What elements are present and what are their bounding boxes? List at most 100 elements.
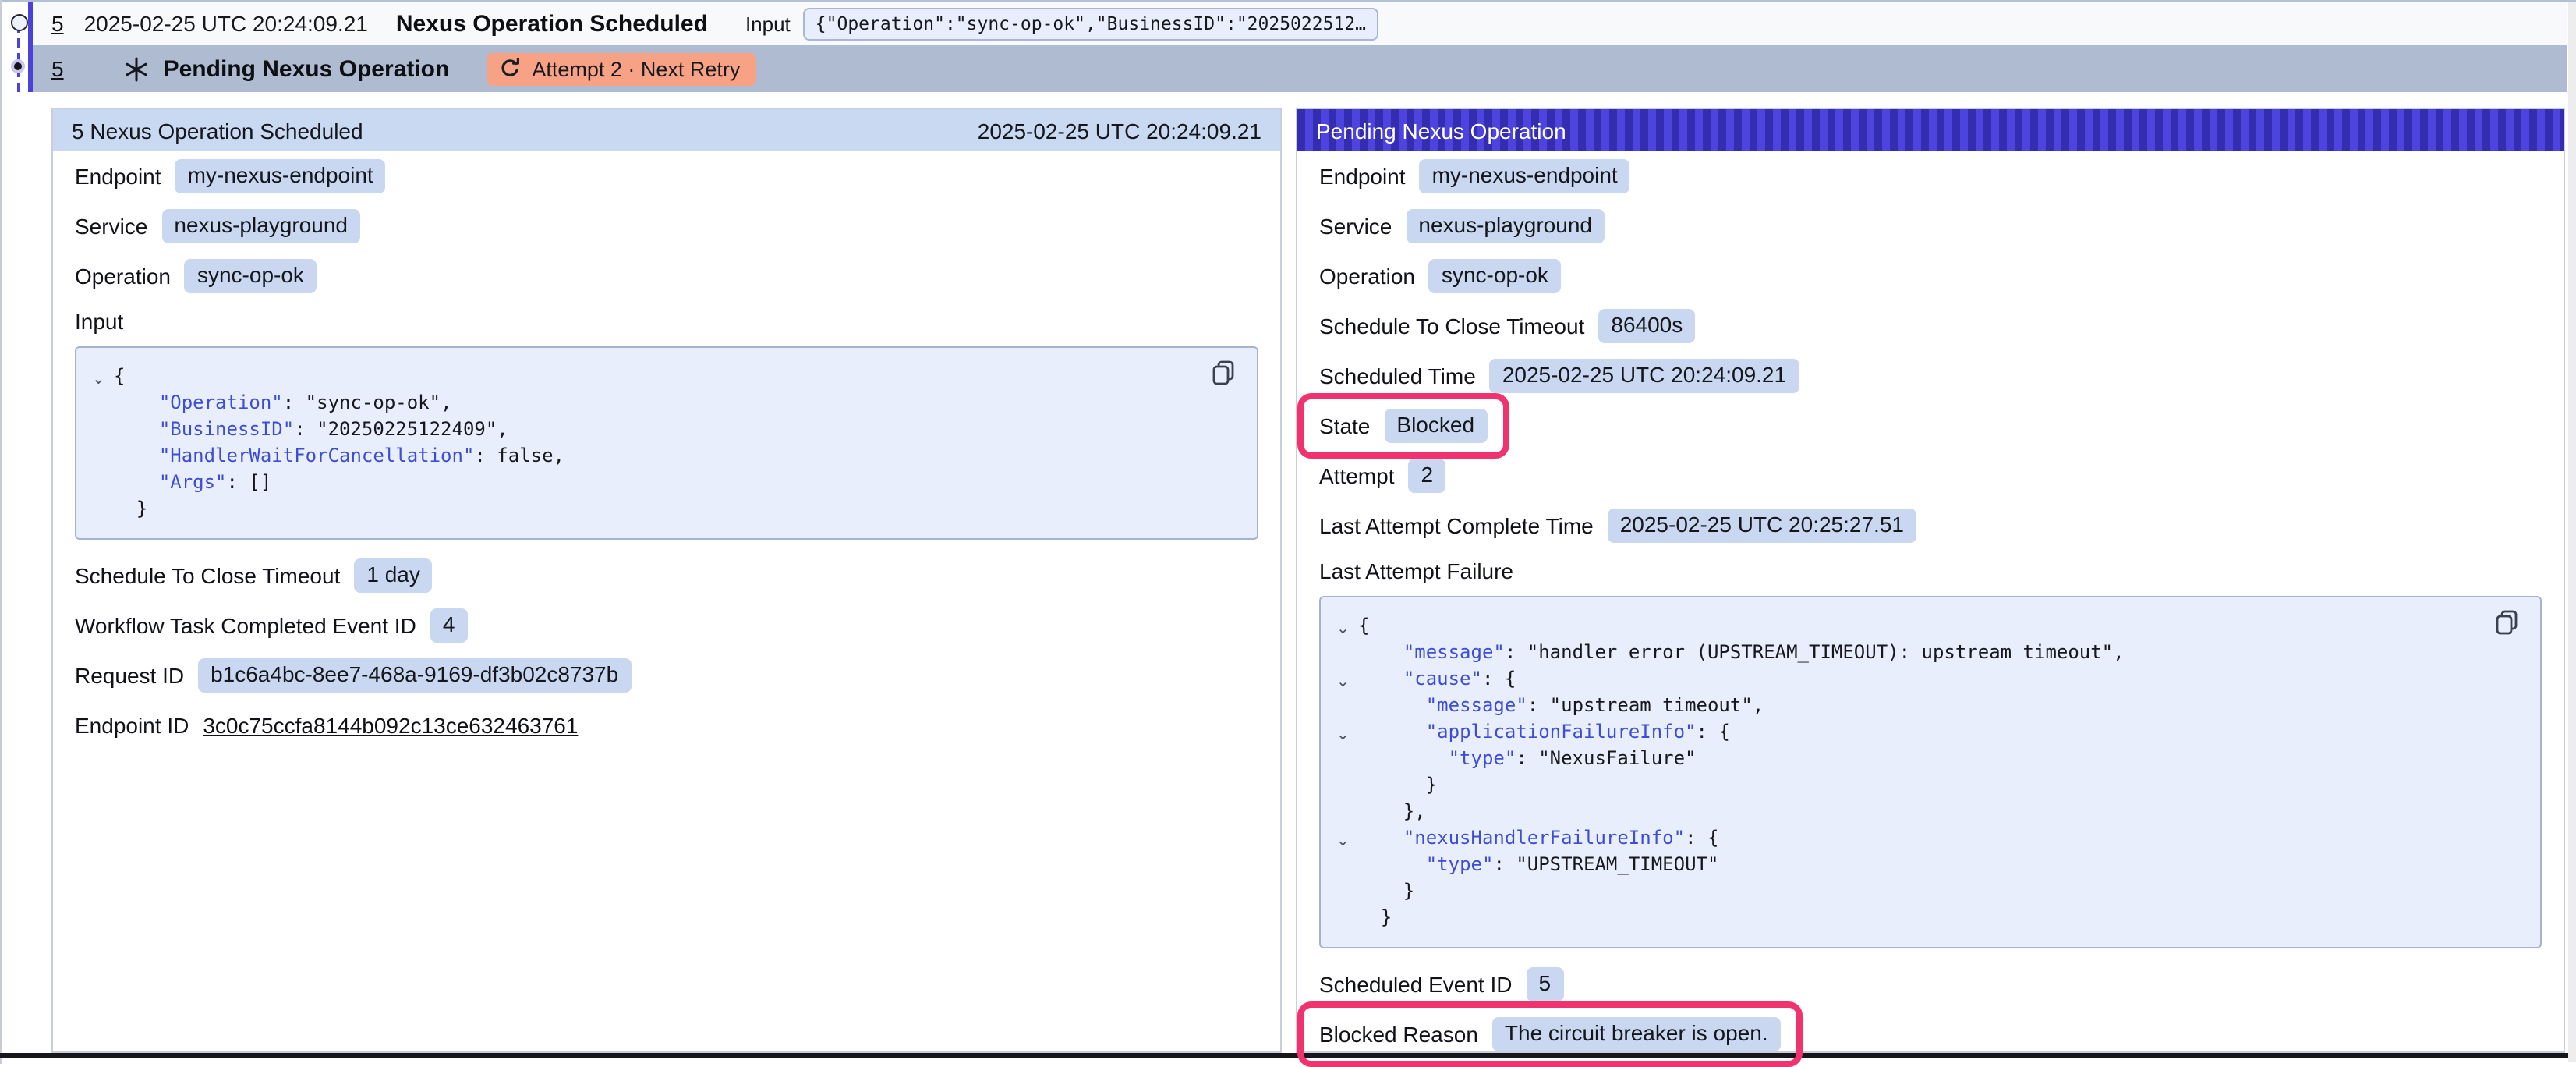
json-line-text: "type": "NexusFailure" — [1358, 746, 1697, 772]
field-label: Schedule To Close Timeout — [1319, 314, 1584, 339]
field-label: Blocked Reason — [1319, 1022, 1478, 1047]
input-inline-label: Input — [745, 12, 791, 35]
event-group-bottom-divider — [0, 1053, 2576, 1058]
collapse-chevron-icon[interactable]: ⌄ — [1333, 828, 1358, 855]
field-label: Scheduled Time — [1319, 363, 1476, 388]
json-line-text: }, — [1358, 799, 1426, 825]
field-value-chip: my-nexus-endpoint — [1420, 159, 1630, 193]
gutter-spacer — [1333, 775, 1358, 802]
json-line: ⌄ "nexusHandlerFailureInfo": { — [1333, 825, 2521, 852]
json-line: "BusinessID": "20250225122409", — [89, 417, 1238, 443]
collapse-chevron-icon[interactable]: ⌄ — [1333, 669, 1358, 696]
state-value-chip: Blocked — [1384, 409, 1487, 443]
json-line-text: { — [1358, 613, 1369, 640]
gutter-spacer — [1333, 881, 1358, 908]
event-id-link[interactable]: 5 — [51, 11, 64, 36]
nexus-asterisk-icon — [123, 55, 150, 82]
collapse-chevron-icon[interactable]: ⌄ — [1333, 616, 1358, 643]
field-row-service: Service nexus-playground — [75, 209, 1258, 243]
field-row-operation: Operation sync-op-ok — [1319, 259, 2542, 293]
gutter-spacer — [1333, 696, 1358, 722]
json-line: "message": "handler error (UPSTREAM_TIME… — [1333, 640, 2521, 666]
json-line-text: "Operation": "sync-op-ok", — [114, 390, 452, 417]
json-line: ⌄ "applicationFailureInfo": { — [1333, 719, 2521, 746]
event-row-pending[interactable]: 5 Pending Nexus Operation Attempt 2 · Ne… — [33, 45, 2567, 92]
timeline-marker-filled-icon — [11, 59, 25, 73]
field-value-chip: 86400s — [1598, 309, 1695, 343]
json-line: } — [89, 496, 1238, 523]
json-line: } — [1333, 772, 2521, 799]
json-line-text: "cause": { — [1358, 666, 1516, 693]
blocked-reason-chip: The circuit breaker is open. — [1492, 1017, 1781, 1051]
event-title: Nexus Operation Scheduled — [396, 10, 708, 37]
input-section-label: Input — [75, 309, 1258, 337]
timeline-connector — [17, 23, 20, 92]
field-row-attempt: Attempt 2 — [1319, 459, 2542, 493]
pending-panel-title: Pending Nexus Operation — [1316, 118, 1566, 143]
scrollbar-track[interactable] — [2568, 2, 2576, 1062]
json-line-text: "nexusHandlerFailureInfo": { — [1358, 825, 1718, 852]
endpoint-id-link[interactable]: 3c0c75ccfa8144b092c13ce632463761 — [203, 713, 578, 738]
event-rows: 5 2025-02-25 UTC 20:24:09.21 Nexus Opera… — [33, 2, 2567, 92]
field-value-chip: 4 — [430, 608, 468, 643]
field-value-chip: sync-op-ok — [1429, 259, 1561, 293]
field-label: Request ID — [75, 663, 184, 688]
pending-operation-panel: Pending Nexus Operation Endpoint my-nexu… — [1296, 108, 2565, 1053]
failure-json-viewer: ⌄{ "message": "handler error (UPSTREAM_T… — [1319, 596, 2542, 948]
json-line: }, — [1333, 799, 2521, 825]
gutter-spacer — [1333, 802, 1358, 828]
field-row-endpoint: Endpoint my-nexus-endpoint — [75, 159, 1258, 193]
field-row-endpoint-id: Endpoint ID 3c0c75ccfa8144b092c13ce63246… — [75, 708, 1258, 743]
gutter-spacer — [89, 420, 114, 446]
json-line-text: } — [1358, 878, 1414, 905]
last-attempt-failure-label: Last Attempt Failure — [1319, 558, 2542, 587]
retry-badge-label: Attempt 2 · Next Retry — [532, 57, 740, 80]
json-line-text: "applicationFailureInfo": { — [1358, 719, 1730, 746]
gutter-spacer — [1333, 749, 1358, 775]
json-line: "HandlerWaitForCancellation": false, — [89, 443, 1238, 470]
json-line-text: } — [114, 496, 147, 523]
field-row-wft-completed-id: Workflow Task Completed Event ID 4 — [75, 608, 1258, 643]
json-line-text: "BusinessID": "20250225122409", — [114, 417, 508, 443]
json-line: ⌄{ — [89, 363, 1238, 390]
pending-event-title: Pending Nexus Operation — [164, 55, 450, 82]
event-id-link[interactable]: 5 — [51, 56, 64, 81]
field-value-chip: my-nexus-endpoint — [175, 159, 386, 193]
copy-button[interactable] — [1212, 360, 1235, 385]
input-preview-chip: {"Operation":"sync-op-ok","BusinessID":"… — [803, 7, 1378, 40]
retry-icon — [499, 58, 521, 80]
field-row-last-attempt-complete: Last Attempt Complete Time 2025-02-25 UT… — [1319, 509, 2542, 543]
field-row-schedule-to-close: Schedule To Close Timeout 86400s — [1319, 309, 2542, 343]
field-value-chip: b1c6a4bc-8ee7-468a-9169-df3b02c8737b — [198, 658, 631, 693]
json-line: } — [1333, 905, 2521, 931]
field-label: Service — [75, 214, 147, 239]
collapse-chevron-icon[interactable]: ⌄ — [89, 367, 114, 393]
field-row-endpoint: Endpoint my-nexus-endpoint — [1319, 159, 2542, 193]
json-line-text: "type": "UPSTREAM_TIMEOUT" — [1358, 852, 1718, 878]
field-row-scheduled-event-id: Scheduled Event ID 5 — [1319, 967, 2542, 1001]
json-line: "Operation": "sync-op-ok", — [89, 390, 1238, 417]
event-row-scheduled[interactable]: 5 2025-02-25 UTC 20:24:09.21 Nexus Opera… — [33, 2, 2567, 45]
field-row-service: Service nexus-playground — [1319, 209, 2542, 243]
input-json-viewer: ⌄{ "Operation": "sync-op-ok", "BusinessI… — [75, 346, 1258, 540]
field-label: Attempt — [1319, 463, 1395, 488]
field-label: Endpoint — [75, 164, 161, 189]
field-row-request-id: Request ID b1c6a4bc-8ee7-468a-9169-df3b0… — [75, 658, 1258, 693]
field-row-operation: Operation sync-op-ok — [75, 259, 1258, 293]
json-line: "type": "NexusFailure" — [1333, 746, 2521, 772]
gutter-spacer — [1333, 908, 1358, 934]
field-value-chip: 5 — [1527, 967, 1564, 1001]
gutter-spacer — [89, 473, 114, 499]
field-label: Last Attempt Complete Time — [1319, 513, 1594, 538]
copy-button[interactable] — [2495, 610, 2518, 635]
field-label: Operation — [1319, 264, 1415, 289]
json-line-text: "message": "handler error (UPSTREAM_TIME… — [1358, 640, 2125, 666]
field-label: Operation — [75, 264, 171, 289]
json-line: "Args": [] — [89, 470, 1238, 496]
gutter-spacer — [1333, 855, 1358, 881]
field-label: Schedule To Close Timeout — [75, 563, 340, 588]
event-timestamp: 2025-02-25 UTC 20:24:09.21 — [84, 11, 368, 36]
field-value-chip: 2 — [1409, 459, 1446, 493]
collapse-chevron-icon[interactable]: ⌄ — [1333, 722, 1358, 749]
field-label: Service — [1319, 214, 1392, 239]
